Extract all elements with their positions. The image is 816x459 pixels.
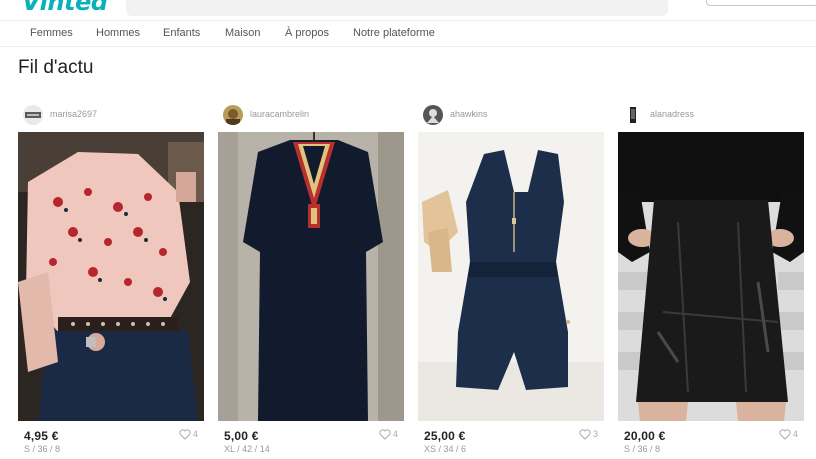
heart-icon	[379, 428, 391, 440]
item-size: XL / 42 / 14	[224, 444, 270, 454]
username: marisa2697	[50, 109, 98, 119]
item-card[interactable]: marisa2697 4,95 € 4 S / 36 / 8	[18, 104, 204, 459]
item-photo[interactable]	[418, 132, 604, 421]
heart-icon	[579, 428, 591, 440]
item-size: S / 36 / 8	[24, 444, 61, 454]
favorite-button[interactable]: 4	[779, 427, 798, 441]
nav-item-maison[interactable]: Maison	[225, 27, 260, 39]
item-user[interactable]: lauracambrelin	[218, 104, 404, 126]
favorite-button[interactable]: 4	[379, 427, 398, 441]
nav-item-hommes[interactable]: Hommes	[96, 27, 140, 39]
item-price: 25,00 €	[424, 429, 466, 443]
item-price: 20,00 €	[624, 429, 666, 443]
favorite-button[interactable]: 3	[579, 427, 598, 441]
heart-icon	[179, 428, 191, 440]
item-card[interactable]: alanadress 20,00 € 4 S / 36 / 8	[618, 104, 804, 459]
username: ahawkins	[450, 109, 488, 119]
nav-item-enfants[interactable]: Enfants	[163, 27, 200, 39]
login-button[interactable]	[706, 0, 816, 6]
page-title: Fil d'actu	[18, 57, 94, 78]
vinted-logo[interactable]: Vinted	[22, 0, 108, 16]
favorite-count: 3	[592, 429, 598, 439]
item-size: S / 36 / 8	[624, 444, 661, 454]
item-card[interactable]: lauracambrelin 5,00 € 4 XL / 42 / 14	[218, 104, 404, 459]
favorite-count: 4	[792, 429, 798, 439]
item-price: 5,00 €	[224, 429, 259, 443]
favorite-count: 4	[192, 429, 198, 439]
username: lauracambrelin	[250, 109, 310, 119]
search-input[interactable]	[126, 0, 668, 16]
item-card[interactable]: ahawkins 25,00 € 3 XS / 34 / 6	[418, 104, 604, 459]
nav-item-notre-plateforme[interactable]: Notre plateforme	[353, 27, 435, 39]
heart-icon	[779, 428, 791, 440]
favorite-count: 4	[392, 429, 398, 439]
favorite-button[interactable]: 4	[179, 427, 198, 441]
item-size: XS / 34 / 6	[424, 444, 467, 454]
category-nav: Femmes Hommes Enfants Maison À propos No…	[0, 20, 816, 47]
item-price: 4,95 €	[24, 429, 59, 443]
avatar-photo-icon	[423, 105, 443, 125]
avatar-photo-icon	[223, 105, 243, 125]
item-user[interactable]: marisa2697	[18, 104, 204, 126]
avatar-photo-icon	[23, 105, 43, 125]
item-user[interactable]: ahawkins	[418, 104, 604, 126]
username: alanadress	[650, 109, 695, 119]
avatar-photo-icon	[623, 105, 643, 125]
item-photo[interactable]	[618, 132, 804, 421]
nav-item-femmes[interactable]: Femmes	[30, 27, 73, 39]
nav-item-a-propos[interactable]: À propos	[285, 27, 329, 39]
item-photo[interactable]	[18, 132, 204, 421]
item-photo[interactable]	[218, 132, 404, 421]
top-header: Vinted	[0, 0, 816, 20]
item-user[interactable]: alanadress	[618, 104, 804, 126]
